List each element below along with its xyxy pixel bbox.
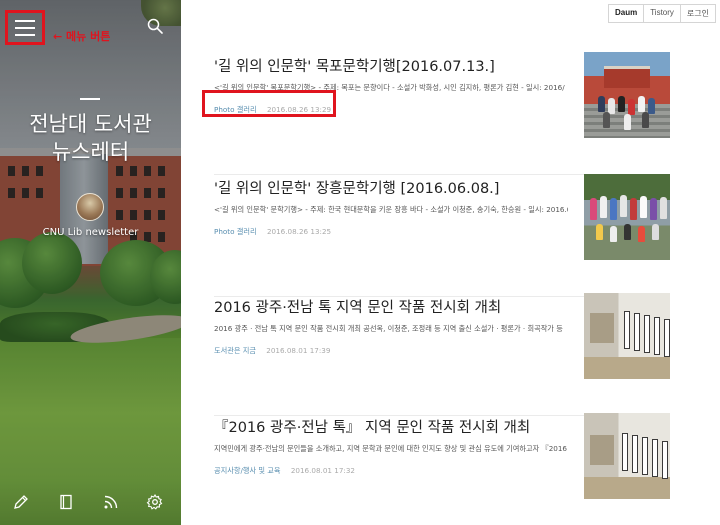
daum-link[interactable]: Daum [609,5,643,22]
post-thumbnail[interactable] [584,293,670,379]
post-thumbnail[interactable] [584,413,670,499]
menu-annotation: ← 메뉴 버튼 [53,30,111,43]
post-title[interactable]: '길 위의 인문학' 장흥문학기행 [2016.06.08.] [214,177,574,198]
post-date: 2016.08.26 13:25 [266,227,332,236]
post-item: 2016 광주·전남 톡 지역 문인 작품 전시회 개최 2016 광주 · 전… [214,293,670,416]
post-meta: 도서관은 지금 2016.08.01 17:39 [214,346,330,356]
tistory-link[interactable]: Tistory [643,5,680,22]
post-item: 『2016 광주·전남 톡』 지역 문인 작품 전시회 개최 지역민에게 광주·… [214,413,670,525]
post-item: '길 위의 인문학' 장흥문학기행 [2016.06.08.] <'길 위의 인… [214,174,670,297]
sidebar: ← 메뉴 버튼 전남대 도서관 뉴스레터 CNU Lib newsletter [0,0,181,525]
title-divider [80,98,100,100]
post-title[interactable]: 『2016 광주·전남 톡』 지역 문인 작품 전시회 개최 [214,416,574,437]
gear-icon[interactable] [146,493,164,511]
avatar[interactable] [76,193,104,221]
post-meta: 공지사항/행사 및 교육 2016.08.01 17:32 [214,466,355,476]
post-category[interactable]: Photo 갤러리 [214,227,257,236]
meta-highlight-box [202,90,336,117]
post-title[interactable]: '길 위의 인문학' 목포문학기행[2016.07.13.] [214,55,574,76]
hamburger-menu-icon[interactable] [12,17,38,39]
blog-title[interactable]: 전남대 도서관 뉴스레터 [0,110,181,166]
book-icon[interactable] [57,493,75,511]
login-link[interactable]: 로그인 [679,5,715,22]
post-category[interactable]: 도서관은 지금 [214,346,256,355]
main-content: Daum Tistory 로그인 '길 위의 인문학' 목포문학기행[2016.… [181,0,720,525]
post-title[interactable]: 2016 광주·전남 톡 지역 문인 작품 전시회 개최 [214,296,574,317]
search-icon[interactable] [146,17,164,35]
rss-icon[interactable] [102,493,120,511]
post-category[interactable]: 공지사항/행사 및 교육 [214,466,281,475]
post-excerpt: 지역민에게 광주·전남의 문인들을 소개하고, 지역 문학과 문인에 대한 인지… [214,444,567,453]
top-links: Daum Tistory 로그인 [607,4,716,23]
post-thumbnail[interactable] [584,52,670,138]
pencil-icon[interactable] [12,493,30,511]
post-date: 2016.08.01 17:32 [290,466,355,475]
post-date: 2016.08.01 17:39 [266,346,331,355]
post-excerpt: 2016 광주 · 전남 톡 지역 문인 작품 전시회 개최 공선옥, 이청준,… [214,324,563,333]
post-thumbnail[interactable] [584,174,670,260]
blog-subtitle: CNU Lib newsletter [42,227,139,238]
post-excerpt: <'길 위의 인문학' 문학기행> - 주제: 한국 현대문학을 키운 장흥 바… [214,205,568,214]
post-meta: Photo 갤러리 2016.08.26 13:25 [214,227,331,237]
